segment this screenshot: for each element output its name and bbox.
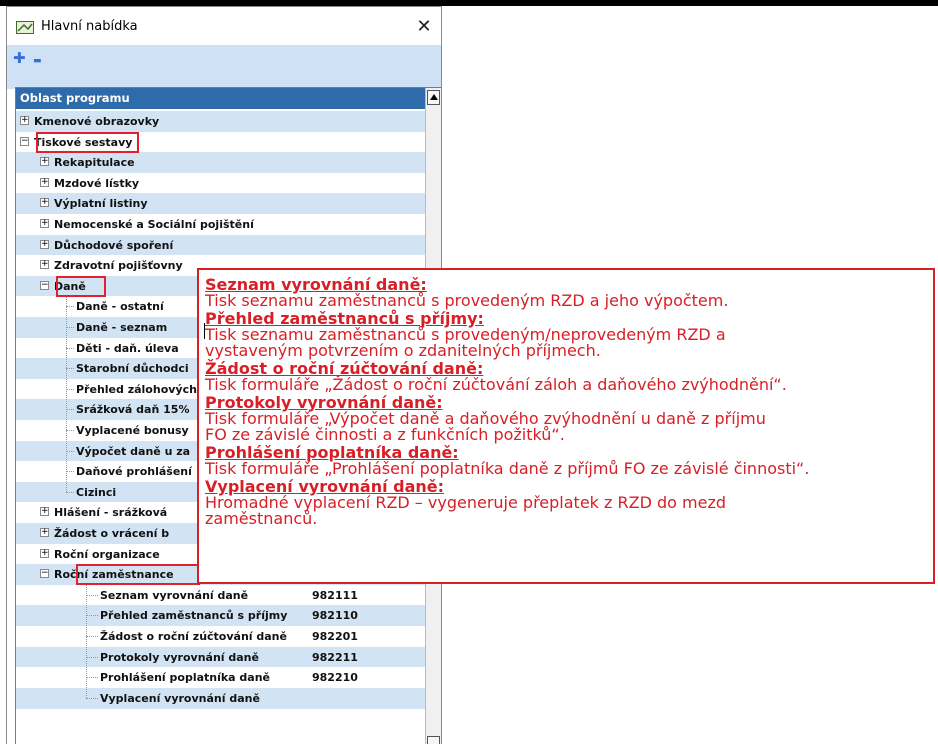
highlight-tiskove-sestavy xyxy=(36,131,139,153)
tree-connector xyxy=(86,697,98,699)
tree-connector xyxy=(66,347,74,349)
expand-icon[interactable]: + xyxy=(40,260,49,270)
tree-connector xyxy=(86,594,98,596)
tree-row-label: Vyplacení vyrovnání daně xyxy=(100,691,260,705)
tree-connector xyxy=(66,409,74,411)
tree-row-code: 982201 xyxy=(312,630,358,643)
tree-row-label: Daňové prohlášení xyxy=(76,465,192,479)
tree-row-label: Starobní důchodci xyxy=(76,362,189,376)
expand-icon[interactable]: + xyxy=(40,219,49,228)
tree-connector xyxy=(66,296,67,493)
collapse-all-icon[interactable]: ▬ xyxy=(33,53,42,69)
tree-row-label: Vyplacené bonusy xyxy=(76,424,189,437)
tree-row-label: Výplatní listiny xyxy=(54,197,148,211)
tree-connector xyxy=(86,636,98,637)
tree-connector xyxy=(66,368,74,370)
tree-row-label: Žádost o vrácení b xyxy=(54,527,170,540)
tree-row-label: Rekapitulace xyxy=(54,156,135,170)
tree-row-label: Protokoly vyrovnání daně xyxy=(100,650,259,664)
tree-connector xyxy=(66,388,74,390)
tree-row-code: 982211 xyxy=(312,650,358,664)
tree-row-label: Cizinci xyxy=(76,485,117,499)
highlight-rocni-zamestnance xyxy=(76,564,200,586)
app-icon xyxy=(16,21,34,34)
tree-row[interactable]: Protokoly vyrovnání daně 982211 xyxy=(16,646,425,668)
expand-icon[interactable]: + xyxy=(20,116,29,125)
tree-connector xyxy=(66,327,74,328)
tree-row[interactable]: Žádost o roční zúčtování daně 982201 xyxy=(16,626,425,647)
tree-row-label: Přehled zálohových xyxy=(76,382,197,396)
tree-row[interactable]: + Nemocenské a Sociální pojištění xyxy=(16,214,425,235)
tree-row[interactable]: Vyplacení vyrovnání daně xyxy=(16,687,425,709)
title-bar: Hlavní nabídka ✕ xyxy=(7,7,441,45)
expand-icon[interactable]: + xyxy=(40,157,49,167)
collapse-icon[interactable]: − xyxy=(20,136,29,146)
highlight-dane xyxy=(56,275,106,297)
tree-row[interactable]: + Důchodové spoření xyxy=(16,234,425,256)
tree-row-code: 982110 xyxy=(312,609,358,623)
tree-row-label: Důchodové spoření xyxy=(54,238,174,252)
tree-row-label: Hlášení - srážková xyxy=(54,506,168,520)
expand-icon[interactable]: + xyxy=(40,198,49,208)
tree-connector xyxy=(66,471,74,473)
tree-row-label: Roční organizace xyxy=(54,547,160,561)
tree-row-label: Děti - daň. úleva xyxy=(76,341,179,355)
collapse-icon[interactable]: − xyxy=(40,280,49,290)
tree-connector xyxy=(66,491,74,493)
expand-icon[interactable]: + xyxy=(40,528,49,537)
expand-icon[interactable]: + xyxy=(40,177,49,187)
tree-row-label: Zdravotní pojišťovny xyxy=(54,259,183,273)
tree-row-label: Kmenové obrazovky xyxy=(34,115,160,128)
tree-row[interactable]: Přehled zaměstnanců s příjmy 982110 xyxy=(16,605,425,627)
tree-row-label: Srážková daň 15% xyxy=(76,403,190,417)
tree-row-label: Výpočet daně u za xyxy=(76,444,191,458)
tree-connector xyxy=(66,430,74,431)
tree-row[interactable]: + Kmenové obrazovky xyxy=(16,111,425,132)
tree-row[interactable]: + Rekapitulace xyxy=(16,152,425,174)
window-title: Hlavní nabídka xyxy=(41,19,138,34)
tree-row-label: Daně - seznam xyxy=(76,321,168,334)
scroll-down-icon[interactable] xyxy=(427,736,440,744)
expand-icon[interactable]: + xyxy=(40,239,49,249)
tree-row-label: Žádost o roční zúčtování daně xyxy=(100,630,287,643)
callout-item-text: Tisk formuláře „Žádost o roční zúčtování… xyxy=(205,375,787,394)
callout-item-text: vystaveným potvrzením o zdanitelných pří… xyxy=(205,341,601,360)
expand-all-icon[interactable]: ✚ xyxy=(13,50,26,66)
tree-row-code: 982111 xyxy=(312,588,358,602)
tree-row[interactable]: + Výplatní listiny xyxy=(16,193,425,215)
tree-row-label: Seznam vyrovnání daně xyxy=(100,588,249,602)
tree-connector xyxy=(86,584,87,699)
callout-box: Seznam vyrovnání daně: Tisk seznamu zaměs… xyxy=(197,268,935,584)
column-header[interactable]: Oblast programu xyxy=(16,88,425,109)
tree-row-label: Přehled zaměstnanců s příjmy xyxy=(100,609,288,623)
tree-connector xyxy=(66,306,74,308)
tree-row-label: Prohlášení poplatníka daně xyxy=(100,671,271,685)
scroll-up-icon[interactable] xyxy=(427,90,440,105)
tree-connector xyxy=(66,450,74,452)
collapse-icon[interactable]: − xyxy=(40,569,49,579)
tree-connector xyxy=(86,656,98,658)
tree-connector xyxy=(86,677,98,679)
tree-row-label: Daně - ostatní xyxy=(76,300,164,314)
expand-icon[interactable]: + xyxy=(40,507,49,517)
callout-item-text: Tisk seznamu zaměstnanců s provedeným RZ… xyxy=(205,291,729,310)
tree-row[interactable]: Prohlášení poplatníka daně 982210 xyxy=(16,667,425,689)
callout-item-text: FO ze závislé činnosti a z funkčních pož… xyxy=(205,425,565,444)
tree-connector xyxy=(86,615,98,617)
tree-row-label: Mzdové lístky xyxy=(54,176,140,190)
tree-row[interactable]: + Mzdové lístky xyxy=(16,172,425,194)
expand-icon[interactable]: + xyxy=(40,548,49,558)
toolbar: ✚ ▬ xyxy=(7,45,441,89)
callout-item-text: zaměstnanců. xyxy=(205,509,318,528)
tree-row[interactable]: Seznam vyrovnání daně 982111 xyxy=(16,584,425,606)
tree-row-code: 982210 xyxy=(312,671,358,685)
close-icon[interactable]: ✕ xyxy=(411,14,437,40)
callout-item-text: Tisk formuláře „Prohlášení poplatníka da… xyxy=(205,459,810,478)
tree-row-label: Nemocenské a Sociální pojištění xyxy=(54,218,254,231)
